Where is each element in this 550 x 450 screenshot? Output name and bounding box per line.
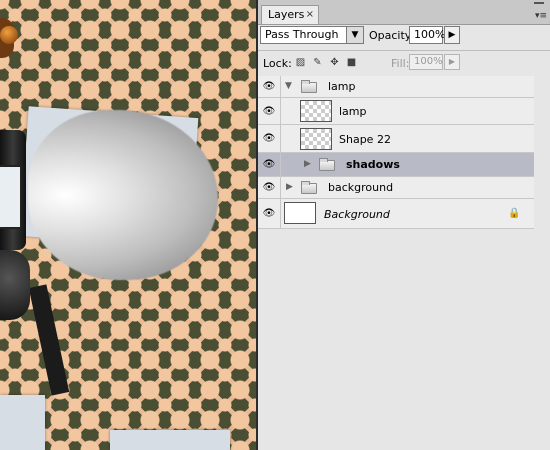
- eye-separator: [280, 177, 281, 198]
- layers-tab-label: Layers: [268, 8, 305, 21]
- layer-row-shadows-group[interactable]: 👁 ▶ shadows: [258, 153, 534, 177]
- panel-menu-icon[interactable]: ▾≡: [535, 11, 547, 21]
- triangle-icon[interactable]: ▶: [304, 159, 311, 169]
- eye-separator: [280, 76, 281, 97]
- eye-icon[interactable]: 👁: [261, 182, 277, 194]
- folder-icon: [319, 158, 335, 171]
- eye-icon[interactable]: 👁: [261, 81, 277, 93]
- dark-strip: [28, 284, 70, 396]
- folder-icon: [301, 80, 317, 93]
- eye-separator: [280, 199, 281, 228]
- layer-name: Shape 22: [339, 133, 391, 146]
- eye-icon[interactable]: 👁: [261, 208, 277, 220]
- eye-separator: [280, 153, 281, 176]
- opacity-label: Opacity:: [369, 29, 415, 42]
- lamp-orb: [0, 26, 18, 44]
- layer-thumbnail: [300, 128, 332, 150]
- document-canvas[interactable]: [0, 0, 256, 450]
- eye-separator: [280, 98, 281, 124]
- folder-icon: [301, 181, 317, 194]
- eye-separator: [280, 125, 281, 152]
- minimize-icon[interactable]: [534, 2, 544, 4]
- chevron-down-icon[interactable]: ▼: [346, 27, 363, 43]
- fill-label: Fill:: [391, 57, 410, 70]
- eye-icon[interactable]: 👁: [261, 159, 277, 171]
- layers-panel: Layers × ▾≡ Pass Through ▼ Opacity: 100%…: [258, 0, 550, 450]
- layer-thumbnail: [284, 202, 316, 224]
- triangle-icon[interactable]: ▼: [285, 81, 292, 91]
- blend-opacity-row: Pass Through ▼ Opacity: 100% ▶: [258, 24, 550, 48]
- panel-scrollbar[interactable]: [534, 76, 550, 450]
- torn-paper-bottom-right: [110, 430, 230, 450]
- torn-paper-bottom: [0, 395, 45, 450]
- layer-name: shadows: [346, 158, 400, 171]
- layer-row-background-group[interactable]: 👁 ▶ background: [258, 177, 534, 199]
- layer-thumbnail: [300, 100, 332, 122]
- lock-all-icon[interactable]: ■: [346, 57, 357, 68]
- opacity-slider-button[interactable]: ▶: [444, 26, 460, 44]
- close-icon[interactable]: ×: [306, 6, 314, 23]
- layer-name: background: [328, 181, 394, 194]
- lock-fill-row: Lock: ▨ ✎ ✥ ■ Fill: 100% ▶: [258, 50, 550, 75]
- eye-icon[interactable]: 👁: [261, 106, 277, 118]
- layer-row-lamp[interactable]: 👁 lamp: [258, 98, 534, 125]
- lock-transparent-icon[interactable]: ▨: [295, 57, 306, 68]
- eye-icon[interactable]: 👁: [261, 133, 277, 145]
- lock-icon: 🔒: [508, 208, 521, 219]
- fill-slider-button[interactable]: ▶: [444, 54, 460, 70]
- layer-name: Background: [324, 208, 390, 221]
- lamp-base: [0, 250, 30, 320]
- layer-name: lamp: [328, 80, 356, 93]
- layers-tab[interactable]: Layers ×: [261, 5, 319, 24]
- panel-tab-bar: Layers × ▾≡: [258, 0, 550, 25]
- blend-mode-value: Pass Through: [265, 28, 339, 41]
- layer-row-background[interactable]: 👁 Background 🔒: [258, 199, 534, 229]
- lock-image-icon[interactable]: ✎: [312, 57, 323, 68]
- lock-position-icon[interactable]: ✥: [329, 57, 340, 68]
- blend-mode-select[interactable]: Pass Through ▼: [260, 26, 364, 44]
- triangle-icon[interactable]: ▶: [286, 182, 293, 192]
- opacity-input[interactable]: 100%: [409, 26, 445, 44]
- layer-row-shape-22[interactable]: 👁 Shape 22: [258, 125, 534, 153]
- layer-row-lamp-group[interactable]: 👁 ▼ lamp: [258, 76, 534, 98]
- lamp-glass: [0, 165, 22, 229]
- layer-name: lamp: [339, 105, 367, 118]
- fill-input[interactable]: 100%: [409, 54, 443, 70]
- lock-label: Lock:: [263, 57, 292, 70]
